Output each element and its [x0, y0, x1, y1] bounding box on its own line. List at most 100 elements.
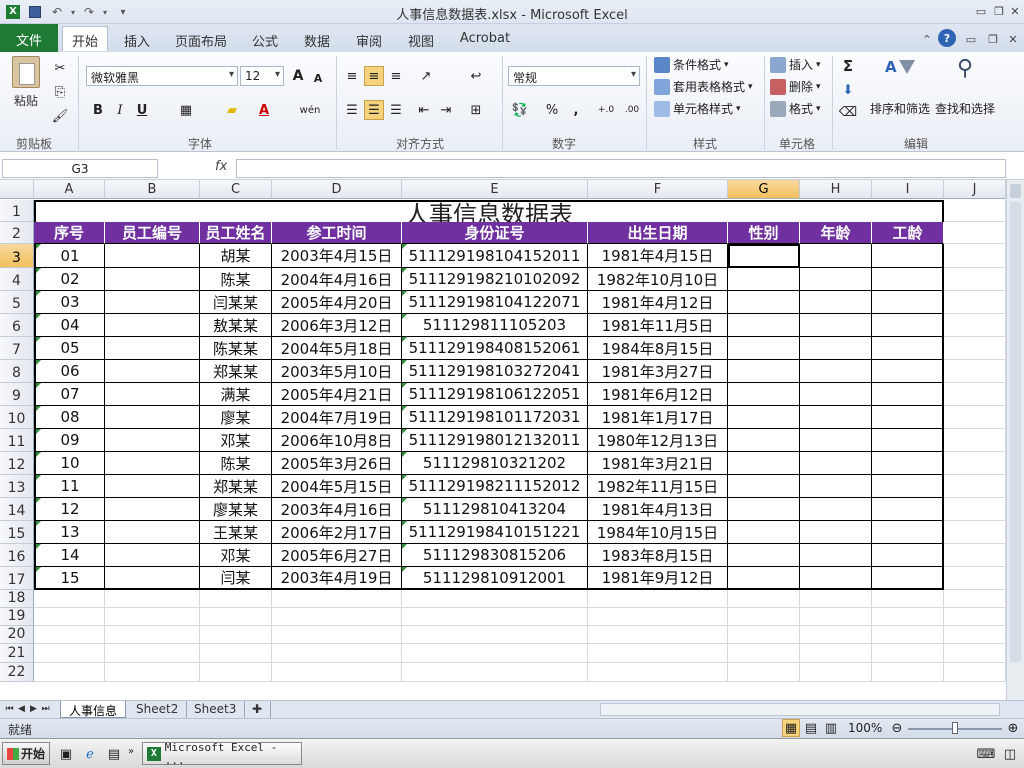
empty-cell[interactable] — [872, 590, 944, 608]
empty-cell[interactable] — [800, 663, 872, 682]
empty-cell[interactable] — [588, 663, 728, 682]
table-cell[interactable] — [872, 360, 944, 383]
workbook-restore-icon[interactable]: ❐ — [984, 30, 1002, 48]
empty-cell[interactable] — [872, 644, 944, 663]
empty-cell[interactable] — [272, 626, 402, 644]
table-cell[interactable]: 廖某 — [200, 406, 272, 429]
empty-cell[interactable] — [728, 590, 800, 608]
empty-cell[interactable] — [944, 360, 1006, 383]
decrease-decimal-button[interactable]: .00 — [620, 100, 644, 120]
empty-cell[interactable] — [402, 590, 588, 608]
prev-sheet-icon[interactable]: ◀ — [16, 702, 27, 716]
table-cell[interactable] — [800, 360, 872, 383]
insert-sheet-icon[interactable]: ✚ — [244, 701, 272, 718]
table-cell[interactable] — [728, 314, 800, 337]
table-cell[interactable] — [800, 452, 872, 475]
row-header-20[interactable]: 20 — [0, 626, 34, 644]
table-cell[interactable] — [800, 406, 872, 429]
table-cell[interactable]: 15 — [34, 567, 105, 590]
table-cell[interactable]: 2006年3月12日 — [272, 314, 402, 337]
empty-cell[interactable] — [728, 608, 800, 626]
table-cell[interactable] — [800, 337, 872, 360]
first-sheet-icon[interactable]: ⏮ — [4, 702, 15, 716]
sort-filter-button[interactable]: A 排序和筛选 — [868, 56, 932, 128]
cell-styles-button[interactable]: 单元格样式 ▾ — [654, 100, 741, 117]
table-cell[interactable]: 闫某 — [200, 567, 272, 590]
empty-cell[interactable] — [200, 644, 272, 663]
table-cell[interactable] — [872, 406, 944, 429]
align-left-icon[interactable]: ☰ — [342, 100, 362, 120]
last-sheet-icon[interactable]: ⏭ — [40, 702, 51, 716]
tab-view[interactable]: 视图 — [400, 27, 442, 52]
table-header-cell[interactable]: 员工编号 — [105, 222, 200, 244]
table-cell[interactable]: 2003年5月10日 — [272, 360, 402, 383]
table-cell[interactable] — [105, 544, 200, 567]
more-icon[interactable]: » — [128, 746, 134, 757]
name-box[interactable]: G3 — [2, 159, 158, 178]
table-cell[interactable]: 10 — [34, 452, 105, 475]
empty-cell[interactable] — [728, 663, 800, 682]
row-header-17[interactable]: 17 — [0, 567, 34, 590]
close-icon[interactable]: ✕ — [1006, 2, 1024, 20]
column-header-g[interactable]: G — [728, 180, 800, 199]
empty-cell[interactable] — [402, 608, 588, 626]
empty-cell[interactable] — [800, 590, 872, 608]
empty-cell[interactable] — [944, 590, 1006, 608]
row-header-6[interactable]: 6 — [0, 314, 34, 337]
table-cell[interactable] — [872, 291, 944, 314]
table-header-cell[interactable]: 出生日期 — [588, 222, 728, 244]
table-cell[interactable] — [105, 567, 200, 590]
empty-cell[interactable] — [34, 626, 105, 644]
table-cell[interactable] — [872, 268, 944, 291]
row-header-16[interactable]: 16 — [0, 544, 34, 567]
empty-cell[interactable] — [944, 521, 1006, 544]
row-header-7[interactable]: 7 — [0, 337, 34, 360]
empty-cell[interactable] — [105, 626, 200, 644]
tab-page-layout[interactable]: 页面布局 — [170, 27, 232, 52]
table-cell[interactable] — [728, 498, 800, 521]
table-cell[interactable]: 1981年4月13日 — [588, 498, 728, 521]
italic-button[interactable]: I — [110, 100, 130, 120]
find-select-button[interactable]: ⚲ 查找和选择 — [934, 56, 996, 128]
fill-color-icon[interactable]: ▰ — [222, 100, 242, 120]
tab-formulas[interactable]: 公式 — [244, 27, 286, 52]
empty-cell[interactable] — [944, 314, 1006, 337]
table-cell[interactable] — [872, 567, 944, 590]
row-header-2[interactable]: 2 — [0, 222, 34, 244]
table-cell[interactable] — [800, 475, 872, 498]
table-cell[interactable]: 2005年6月27日 — [272, 544, 402, 567]
empty-cell[interactable] — [272, 644, 402, 663]
table-cell[interactable] — [105, 337, 200, 360]
row-header-5[interactable]: 5 — [0, 291, 34, 314]
table-cell[interactable] — [728, 406, 800, 429]
table-cell[interactable] — [728, 521, 800, 544]
row-header-4[interactable]: 4 — [0, 268, 34, 291]
column-header-b[interactable]: B — [105, 180, 200, 199]
table-cell[interactable] — [872, 337, 944, 360]
table-cell[interactable] — [728, 291, 800, 314]
row-header-15[interactable]: 15 — [0, 521, 34, 544]
number-format-combo[interactable]: 常规 — [508, 66, 640, 86]
align-top-icon[interactable]: ≡ — [342, 66, 362, 86]
table-header-cell[interactable]: 员工姓名 — [200, 222, 272, 244]
table-cell[interactable]: 陈某 — [200, 452, 272, 475]
empty-cell[interactable] — [200, 590, 272, 608]
row-header-10[interactable]: 10 — [0, 406, 34, 429]
cut-icon[interactable]: ✂ — [50, 58, 70, 78]
empty-cell[interactable] — [944, 406, 1006, 429]
conditional-format-button[interactable]: 条件格式 ▾ — [654, 56, 729, 73]
table-cell[interactable]: 邓某 — [200, 429, 272, 452]
table-cell[interactable] — [105, 498, 200, 521]
table-cell[interactable]: 2003年4月15日 — [272, 244, 402, 268]
minimize-icon[interactable]: ▭ — [972, 2, 990, 20]
table-cell[interactable]: 2006年2月17日 — [272, 521, 402, 544]
empty-cell[interactable] — [944, 429, 1006, 452]
select-all-corner[interactable] — [0, 180, 34, 199]
table-cell[interactable] — [105, 314, 200, 337]
format-as-table-button[interactable]: 套用表格格式 ▾ — [654, 78, 753, 95]
table-cell[interactable]: 1981年3月27日 — [588, 360, 728, 383]
table-cell[interactable]: 1982年11月15日 — [588, 475, 728, 498]
table-cell[interactable]: 1982年10月10日 — [588, 268, 728, 291]
row-header-11[interactable]: 11 — [0, 429, 34, 452]
table-cell[interactable] — [105, 360, 200, 383]
